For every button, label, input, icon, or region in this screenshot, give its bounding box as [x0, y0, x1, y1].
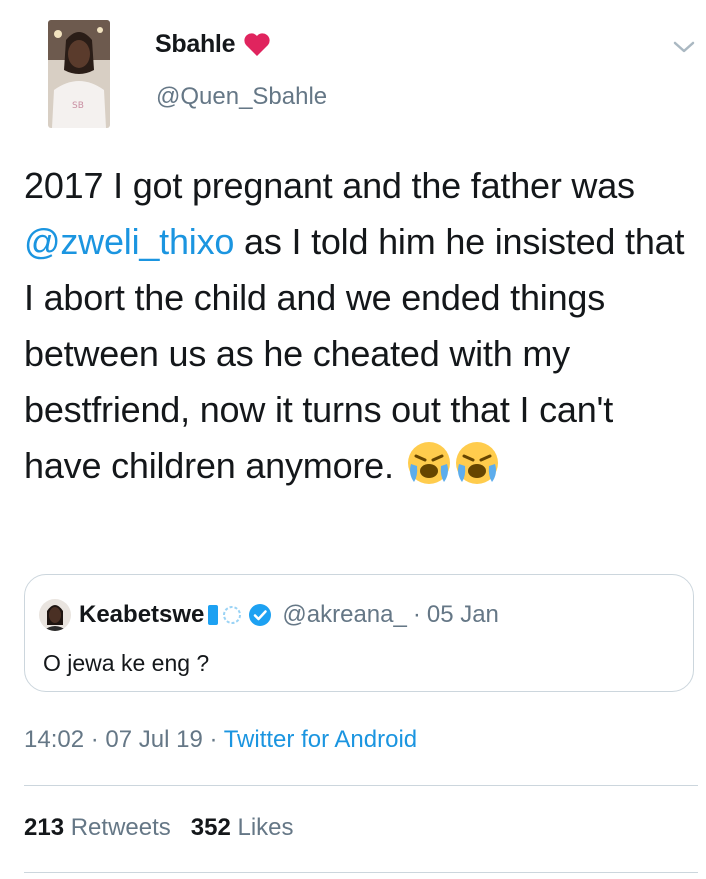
- retweets-count: 213: [24, 814, 65, 841]
- author-display-name-row[interactable]: Sbahle: [155, 30, 271, 59]
- quoted-author-avatar[interactable]: [39, 599, 71, 631]
- author-avatar[interactable]: SB: [48, 20, 110, 128]
- author-display-name[interactable]: Sbahle: [155, 30, 235, 59]
- divider: [24, 785, 698, 786]
- tweet-date[interactable]: 07 Jul 19: [105, 726, 202, 753]
- tweet-mention-link[interactable]: @zweli_thixo: [24, 221, 234, 262]
- likes-label: Likes: [237, 814, 294, 841]
- svg-text:SB: SB: [72, 101, 84, 111]
- author-handle[interactable]: @Quen_Sbahle: [156, 83, 327, 111]
- loudly-crying-face-emoji-icon: [454, 440, 500, 486]
- heart-icon: [243, 32, 271, 57]
- quoted-author-handle[interactable]: @akreana_: [282, 601, 406, 629]
- quoted-tweet-card[interactable]: Keabetswe @akreana_ · 05 Jan O jewa ke e…: [24, 574, 694, 692]
- tweet-source-link[interactable]: Twitter for Android: [224, 726, 417, 753]
- retweets-stat[interactable]: 213 Retweets: [24, 814, 171, 841]
- quoted-tweet-header: Keabetswe @akreana_ · 05 Jan: [39, 599, 499, 631]
- tweet-time[interactable]: 14:02: [24, 726, 84, 753]
- quoted-tweet-date[interactable]: 05 Jan: [427, 601, 499, 629]
- tweet-text: 2017 I got pregnant and the father was @…: [24, 158, 700, 494]
- quoted-tweet-text: O jewa ke eng ?: [43, 650, 210, 676]
- chevron-down-icon[interactable]: [672, 38, 696, 56]
- likes-count: 352: [190, 814, 231, 841]
- verified-badge-icon: [248, 603, 272, 627]
- meta-separator: ·: [209, 726, 218, 753]
- retweets-label: Retweets: [70, 814, 171, 841]
- tweet-text-before: 2017 I got pregnant and the father was: [24, 165, 635, 206]
- likes-stat[interactable]: 352 Likes: [191, 814, 294, 841]
- tweet-stats: 213 Retweets 352 Likes: [24, 814, 294, 842]
- quoted-separator: ·: [412, 601, 421, 628]
- loudly-crying-face-emoji-icon: [406, 440, 452, 486]
- meta-separator: ·: [90, 726, 99, 753]
- quoted-author-name[interactable]: Keabetswe: [79, 601, 204, 629]
- emoji-decoration-icon: [206, 603, 244, 627]
- tweet-meta: 14:02 · 07 Jul 19 · Twitter for Android: [24, 726, 417, 754]
- divider: [24, 872, 698, 873]
